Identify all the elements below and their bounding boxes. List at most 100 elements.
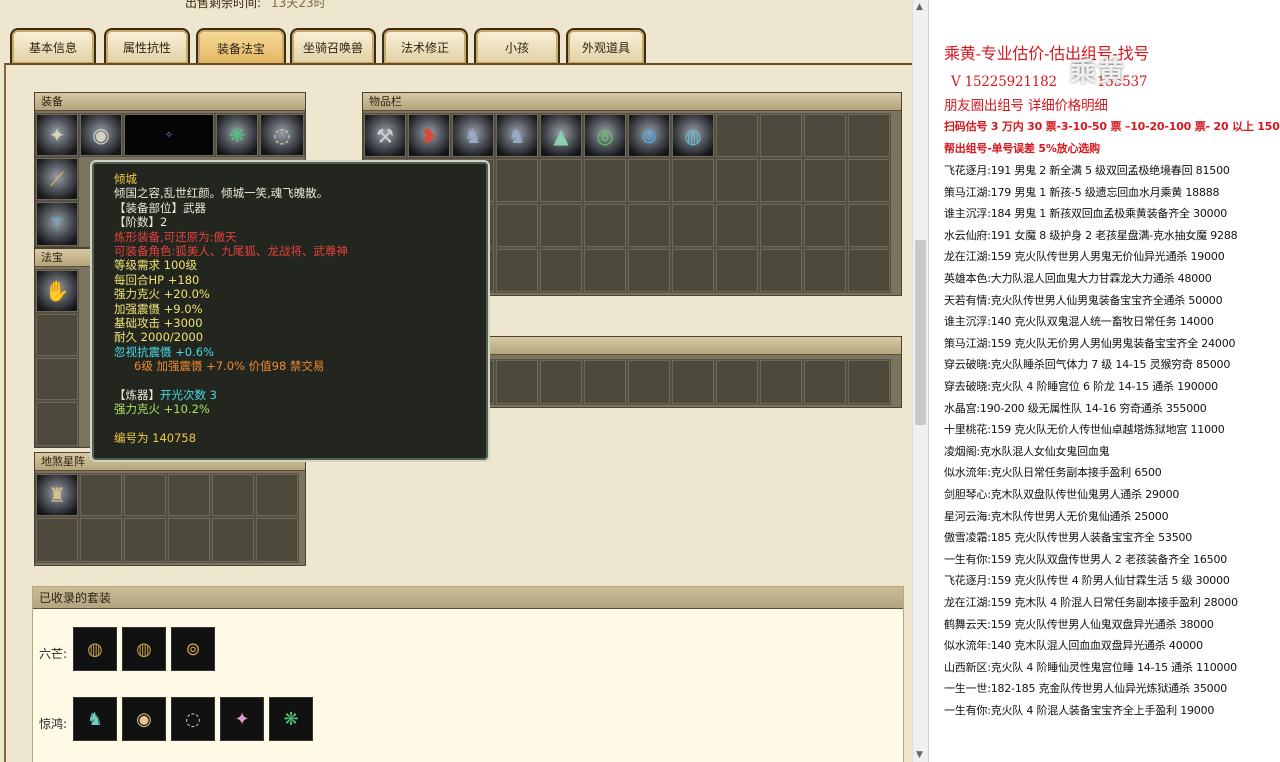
earthly-slot[interactable] [123, 517, 167, 563]
inventory-slot[interactable] [803, 158, 847, 203]
tab-mounts-pets[interactable]: 坐骑召唤兽 [290, 28, 376, 64]
storage-slot[interactable] [671, 359, 715, 405]
necklace-icon[interactable]: ◌ [171, 697, 215, 741]
inventory-slot[interactable] [715, 113, 759, 158]
storage-slot[interactable] [715, 359, 759, 405]
treasure-slot[interactable] [35, 313, 79, 357]
tab-appearance[interactable]: 外观道具 [566, 28, 646, 64]
earthly-slot[interactable] [123, 473, 167, 517]
boots-icon[interactable]: ♞ [73, 697, 117, 741]
earthly-slot[interactable] [79, 517, 123, 563]
earthly-slot[interactable] [167, 517, 211, 563]
inventory-slot[interactable] [627, 248, 671, 293]
earthly-panel: 地煞星阵 ♜ [34, 452, 306, 566]
equipment-slot[interactable]: ⚚ [35, 201, 79, 247]
vertical-scrollbar[interactable]: ▲ ▼ [912, 0, 928, 762]
storage-slot[interactable] [495, 359, 539, 405]
claw-icon[interactable]: ✦ [220, 697, 264, 741]
inventory-slot[interactable] [847, 248, 891, 293]
tab-equipment[interactable]: 装备法宝 [196, 28, 286, 66]
account-entry: 英雄本色:大力队混人回血鬼大力甘霖龙大力通杀 48000 [944, 272, 1212, 285]
equipment-slot[interactable]: ⟋ [35, 157, 79, 201]
earthly-slot[interactable] [167, 473, 211, 517]
earthly-slot[interactable] [211, 473, 255, 517]
storage-slot[interactable] [539, 359, 583, 405]
inventory-slot[interactable] [495, 158, 539, 203]
set-label: 惊鸿: [39, 717, 68, 731]
inventory-slot[interactable] [539, 248, 583, 293]
ring-icon[interactable]: ◍ [122, 627, 166, 671]
bracelet-icon[interactable]: ⊚ [171, 627, 215, 671]
mask-icon[interactable]: ❋ [269, 697, 313, 741]
inventory-slot[interactable] [539, 158, 583, 203]
inventory-slot[interactable] [715, 248, 759, 293]
inventory-slot[interactable] [847, 113, 891, 158]
storage-slot[interactable] [583, 359, 627, 405]
earthly-slot[interactable] [35, 517, 79, 563]
inventory-slot[interactable] [671, 248, 715, 293]
equipment-slot[interactable]: ◉ [79, 113, 123, 157]
inventory-slot[interactable] [627, 158, 671, 203]
inventory-slot[interactable] [715, 158, 759, 203]
inventory-slot[interactable] [847, 158, 891, 203]
tab-basic-info[interactable]: 基本信息 [10, 28, 96, 64]
inventory-slot[interactable] [759, 248, 803, 293]
inventory-slot[interactable] [583, 158, 627, 203]
equipment-slot[interactable]: ✧ [123, 113, 215, 157]
equipment-slot[interactable]: ◌ [259, 113, 305, 157]
item-name: 倾城 [114, 172, 137, 186]
inventory-slot[interactable]: ⊚ [627, 113, 671, 158]
equipment-slot[interactable]: ❋ [215, 113, 259, 157]
earthly-slot[interactable] [255, 517, 299, 563]
helmet-icon[interactable]: ◉ [122, 697, 166, 741]
inventory-slot[interactable] [583, 248, 627, 293]
treasure-slot[interactable] [35, 401, 79, 447]
storage-slot[interactable] [759, 359, 803, 405]
inventory-slot[interactable]: ♞ [451, 113, 495, 158]
inventory-slot[interactable] [539, 203, 583, 248]
game-window: 出售剩余时间: 13天23时 基本信息 属性抗性 装备法宝 坐骑召唤兽 法术修正 … [0, 0, 912, 762]
watermark-logo: 乘黄 [1070, 52, 1126, 89]
inventory-slot[interactable]: ◎ [583, 113, 627, 158]
treasure-slot[interactable]: ✋ [35, 269, 79, 313]
treasure-slot[interactable] [35, 357, 79, 401]
inventory-slot[interactable]: ❥ [407, 113, 451, 158]
inventory-slot[interactable] [583, 203, 627, 248]
boots-icon: ♞ [508, 123, 526, 148]
inventory-slot[interactable] [495, 203, 539, 248]
inventory-slot[interactable]: ◍ [671, 113, 715, 158]
scroll-down-icon[interactable]: ▼ [916, 750, 923, 760]
tab-children[interactable]: 小孩 [474, 28, 560, 64]
earthly-slot[interactable] [79, 473, 123, 517]
inventory-slot[interactable] [847, 203, 891, 248]
storage-slot[interactable] [803, 359, 847, 405]
tab-resistance[interactable]: 属性抗性 [104, 28, 190, 64]
item-level: 等级需求 100级 [114, 258, 198, 273]
equipment-slot[interactable]: ✦ [35, 113, 79, 157]
tab-spell-mods[interactable]: 法术修正 [382, 28, 468, 64]
tab-label: 法术修正 [400, 40, 449, 55]
inventory-slot[interactable] [759, 113, 803, 158]
earthly-slot[interactable] [211, 517, 255, 563]
earthly-slot[interactable]: ♜ [35, 473, 79, 517]
ring-icon[interactable]: ◍ [73, 627, 117, 671]
scroll-thumb[interactable] [915, 240, 926, 425]
inventory-slot[interactable] [759, 203, 803, 248]
inventory-slot[interactable] [671, 203, 715, 248]
inventory-slot[interactable] [495, 248, 539, 293]
inventory-slot[interactable] [671, 158, 715, 203]
storage-slot[interactable] [847, 359, 891, 405]
inventory-slot[interactable] [715, 203, 759, 248]
inventory-slot[interactable] [803, 113, 847, 158]
storage-slot[interactable] [627, 359, 671, 405]
inventory-slot[interactable]: ♞ [495, 113, 539, 158]
inventory-slot[interactable] [803, 203, 847, 248]
inventory-slot[interactable] [759, 158, 803, 203]
inventory-slot[interactable] [803, 248, 847, 293]
inventory-slot[interactable]: ⚒ [363, 113, 407, 158]
account-entry: 傲雪凌霜:185 克火队传世男人装备宝宝齐全 53500 [944, 531, 1193, 545]
scroll-up-icon[interactable]: ▲ [916, 2, 923, 12]
inventory-slot[interactable] [627, 203, 671, 248]
inventory-slot[interactable]: ▲ [539, 113, 583, 158]
earthly-slot[interactable] [255, 473, 299, 517]
